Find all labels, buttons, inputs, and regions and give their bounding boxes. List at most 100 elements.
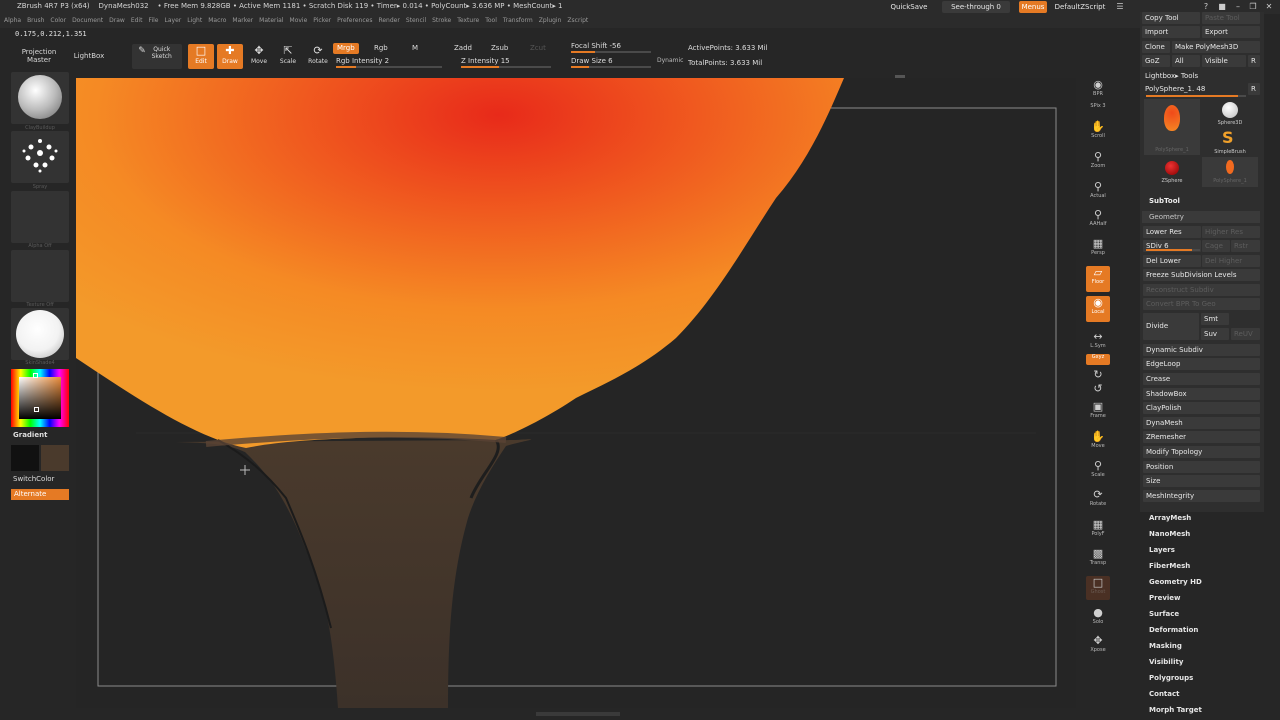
- color-marker[interactable]: [34, 407, 39, 412]
- alpha-slot[interactable]: [11, 191, 69, 243]
- hue-marker[interactable]: [33, 373, 38, 378]
- freeze-subdivision-button[interactable]: Freeze SubDivision Levels: [1143, 269, 1260, 281]
- zcut-toggle[interactable]: Zcut: [526, 43, 550, 54]
- all-button[interactable]: All: [1172, 55, 1200, 67]
- copy-tool-button[interactable]: Copy Tool: [1142, 12, 1200, 24]
- move-view-button[interactable]: ✋ Move: [1086, 430, 1110, 449]
- projection-master-button[interactable]: Projection Master: [14, 48, 64, 64]
- menu-texture[interactable]: Texture: [457, 14, 479, 28]
- menu-material[interactable]: Material: [259, 14, 283, 28]
- menu-color[interactable]: Color: [50, 14, 66, 28]
- suv-toggle[interactable]: Suv: [1201, 328, 1229, 340]
- deformation-section[interactable]: Deformation: [1149, 626, 1198, 634]
- menu-layer[interactable]: Layer: [165, 14, 182, 28]
- geometry-header[interactable]: Geometry: [1142, 211, 1260, 223]
- solo-button[interactable]: ● Solo: [1086, 606, 1110, 625]
- color-picker[interactable]: [11, 369, 69, 427]
- quick-sketch-button[interactable]: ✎ Quick Sketch: [132, 44, 182, 69]
- lower-res-button[interactable]: Lower Res: [1143, 226, 1201, 238]
- subtool-header[interactable]: SubTool: [1149, 197, 1180, 205]
- texture-slot[interactable]: [11, 250, 69, 302]
- gxyz-button[interactable]: Gxyz: [1086, 354, 1110, 365]
- help-icon[interactable]: ?: [1200, 1, 1212, 12]
- rstr-button[interactable]: Rstr: [1231, 240, 1260, 252]
- m-toggle[interactable]: M: [408, 43, 422, 54]
- default-zscript-button[interactable]: DefaultZScript: [1049, 1, 1111, 13]
- edit-button[interactable]: □ Edit: [188, 44, 214, 69]
- divide-button[interactable]: Divide: [1143, 313, 1199, 340]
- canvas-bottom-tray-handle[interactable]: [536, 712, 620, 716]
- lsym-button[interactable]: ↔ L.Sym: [1086, 330, 1110, 349]
- crease-section[interactable]: Crease: [1143, 373, 1260, 385]
- rgb-intensity-track[interactable]: [336, 66, 442, 68]
- z-intensity-slider[interactable]: Z Intensity 15: [461, 57, 510, 65]
- menu-movie[interactable]: Movie: [290, 14, 308, 28]
- minimize-icon[interactable]: –: [1232, 1, 1244, 12]
- rgb-intensity-slider[interactable]: Rgb Intensity 2: [336, 57, 389, 65]
- menu-preferences[interactable]: Preferences: [337, 14, 372, 28]
- switch-color-button[interactable]: SwitchColor: [13, 475, 54, 483]
- aahalf-button[interactable]: ⚲ AAHalf: [1086, 208, 1110, 227]
- mrgb-toggle[interactable]: Mrgb: [333, 43, 359, 54]
- convert-bpr-button[interactable]: Convert BPR To Geo: [1143, 298, 1260, 310]
- z-intensity-track[interactable]: [461, 66, 551, 68]
- menu-edit[interactable]: Edit: [131, 14, 143, 28]
- stroke-slot[interactable]: [11, 131, 69, 183]
- masking-section[interactable]: Masking: [1149, 642, 1182, 650]
- scale-button[interactable]: ⇱ Scale: [275, 44, 301, 69]
- paste-tool-button[interactable]: Paste Tool: [1202, 12, 1260, 24]
- bpr-button[interactable]: ◉ BPR: [1086, 78, 1110, 97]
- move-button[interactable]: ✥ Move: [246, 44, 272, 69]
- model-viewport[interactable]: [76, 78, 1076, 708]
- rotate-free-icon[interactable]: ↺: [1086, 382, 1110, 395]
- zsub-toggle[interactable]: Zsub: [487, 43, 512, 54]
- position-section[interactable]: Position: [1143, 461, 1260, 473]
- floor-button[interactable]: ▱ Floor: [1086, 266, 1110, 292]
- export-button[interactable]: Export: [1202, 26, 1260, 38]
- dynamic-subdiv-section[interactable]: Dynamic Subdiv: [1143, 344, 1260, 356]
- menu-transform[interactable]: Transform: [503, 14, 533, 28]
- cage-button[interactable]: Cage: [1202, 240, 1230, 252]
- import-button[interactable]: Import: [1142, 26, 1200, 38]
- see-through-slider[interactable]: See-through 0: [942, 1, 1010, 13]
- reconstruct-subdiv-button[interactable]: Reconstruct Subdiv: [1143, 284, 1260, 296]
- tool-thumb-sphere3d[interactable]: Sphere3D: [1202, 99, 1258, 127]
- modify-topology-section[interactable]: Modify Topology: [1143, 446, 1260, 458]
- actual-button[interactable]: ⚲ Actual: [1086, 180, 1110, 199]
- focal-shift-track[interactable]: [571, 51, 651, 53]
- rotate-button[interactable]: ⟳ Rotate: [305, 44, 331, 69]
- tool-thumb-simplebrush[interactable]: S SimpleBrush: [1202, 128, 1258, 156]
- polygroups-section[interactable]: Polygroups: [1149, 674, 1193, 682]
- draw-button[interactable]: ✚ Draw: [217, 44, 243, 69]
- fibermesh-section[interactable]: FiberMesh: [1149, 562, 1190, 570]
- shadowbox-section[interactable]: ShadowBox: [1143, 388, 1260, 400]
- gradient-label[interactable]: Gradient: [13, 431, 47, 439]
- xpose-button[interactable]: ✥ Xpose: [1086, 634, 1110, 653]
- draw-size-slider[interactable]: Draw Size 6: [571, 57, 613, 65]
- menu-file[interactable]: File: [148, 14, 158, 28]
- menu-tool[interactable]: Tool: [485, 14, 497, 28]
- nanomesh-section[interactable]: NanoMesh: [1149, 530, 1190, 538]
- menu-light[interactable]: Light: [187, 14, 202, 28]
- menu-document[interactable]: Document: [72, 14, 103, 28]
- surface-section[interactable]: Surface: [1149, 610, 1179, 618]
- higher-res-button[interactable]: Higher Res: [1202, 226, 1260, 238]
- focal-shift-slider[interactable]: Focal Shift -56: [571, 42, 621, 50]
- layers-section[interactable]: Layers: [1149, 546, 1175, 554]
- secondary-color-swatch[interactable]: [41, 445, 69, 471]
- menu-zscript[interactable]: Zscript: [567, 14, 588, 28]
- menu-brush[interactable]: Brush: [27, 14, 44, 28]
- tool-r-button[interactable]: R: [1248, 83, 1260, 95]
- visibility-section[interactable]: Visibility: [1149, 658, 1183, 666]
- menu-stencil[interactable]: Stencil: [406, 14, 426, 28]
- edgeloop-section[interactable]: EdgeLoop: [1143, 358, 1260, 370]
- transp-button[interactable]: ▩ Transp: [1086, 547, 1110, 566]
- rgb-toggle[interactable]: Rgb: [370, 43, 392, 54]
- del-higher-button[interactable]: Del Higher: [1202, 255, 1260, 267]
- menu-macro[interactable]: Macro: [208, 14, 226, 28]
- arraymesh-section[interactable]: ArrayMesh: [1149, 514, 1191, 522]
- local-button[interactable]: ◉ Local: [1086, 296, 1110, 322]
- scroll-button[interactable]: ✋ Scroll: [1086, 120, 1110, 139]
- lightbox-button[interactable]: LightBox: [66, 52, 112, 60]
- menus-button[interactable]: Menus: [1019, 1, 1047, 13]
